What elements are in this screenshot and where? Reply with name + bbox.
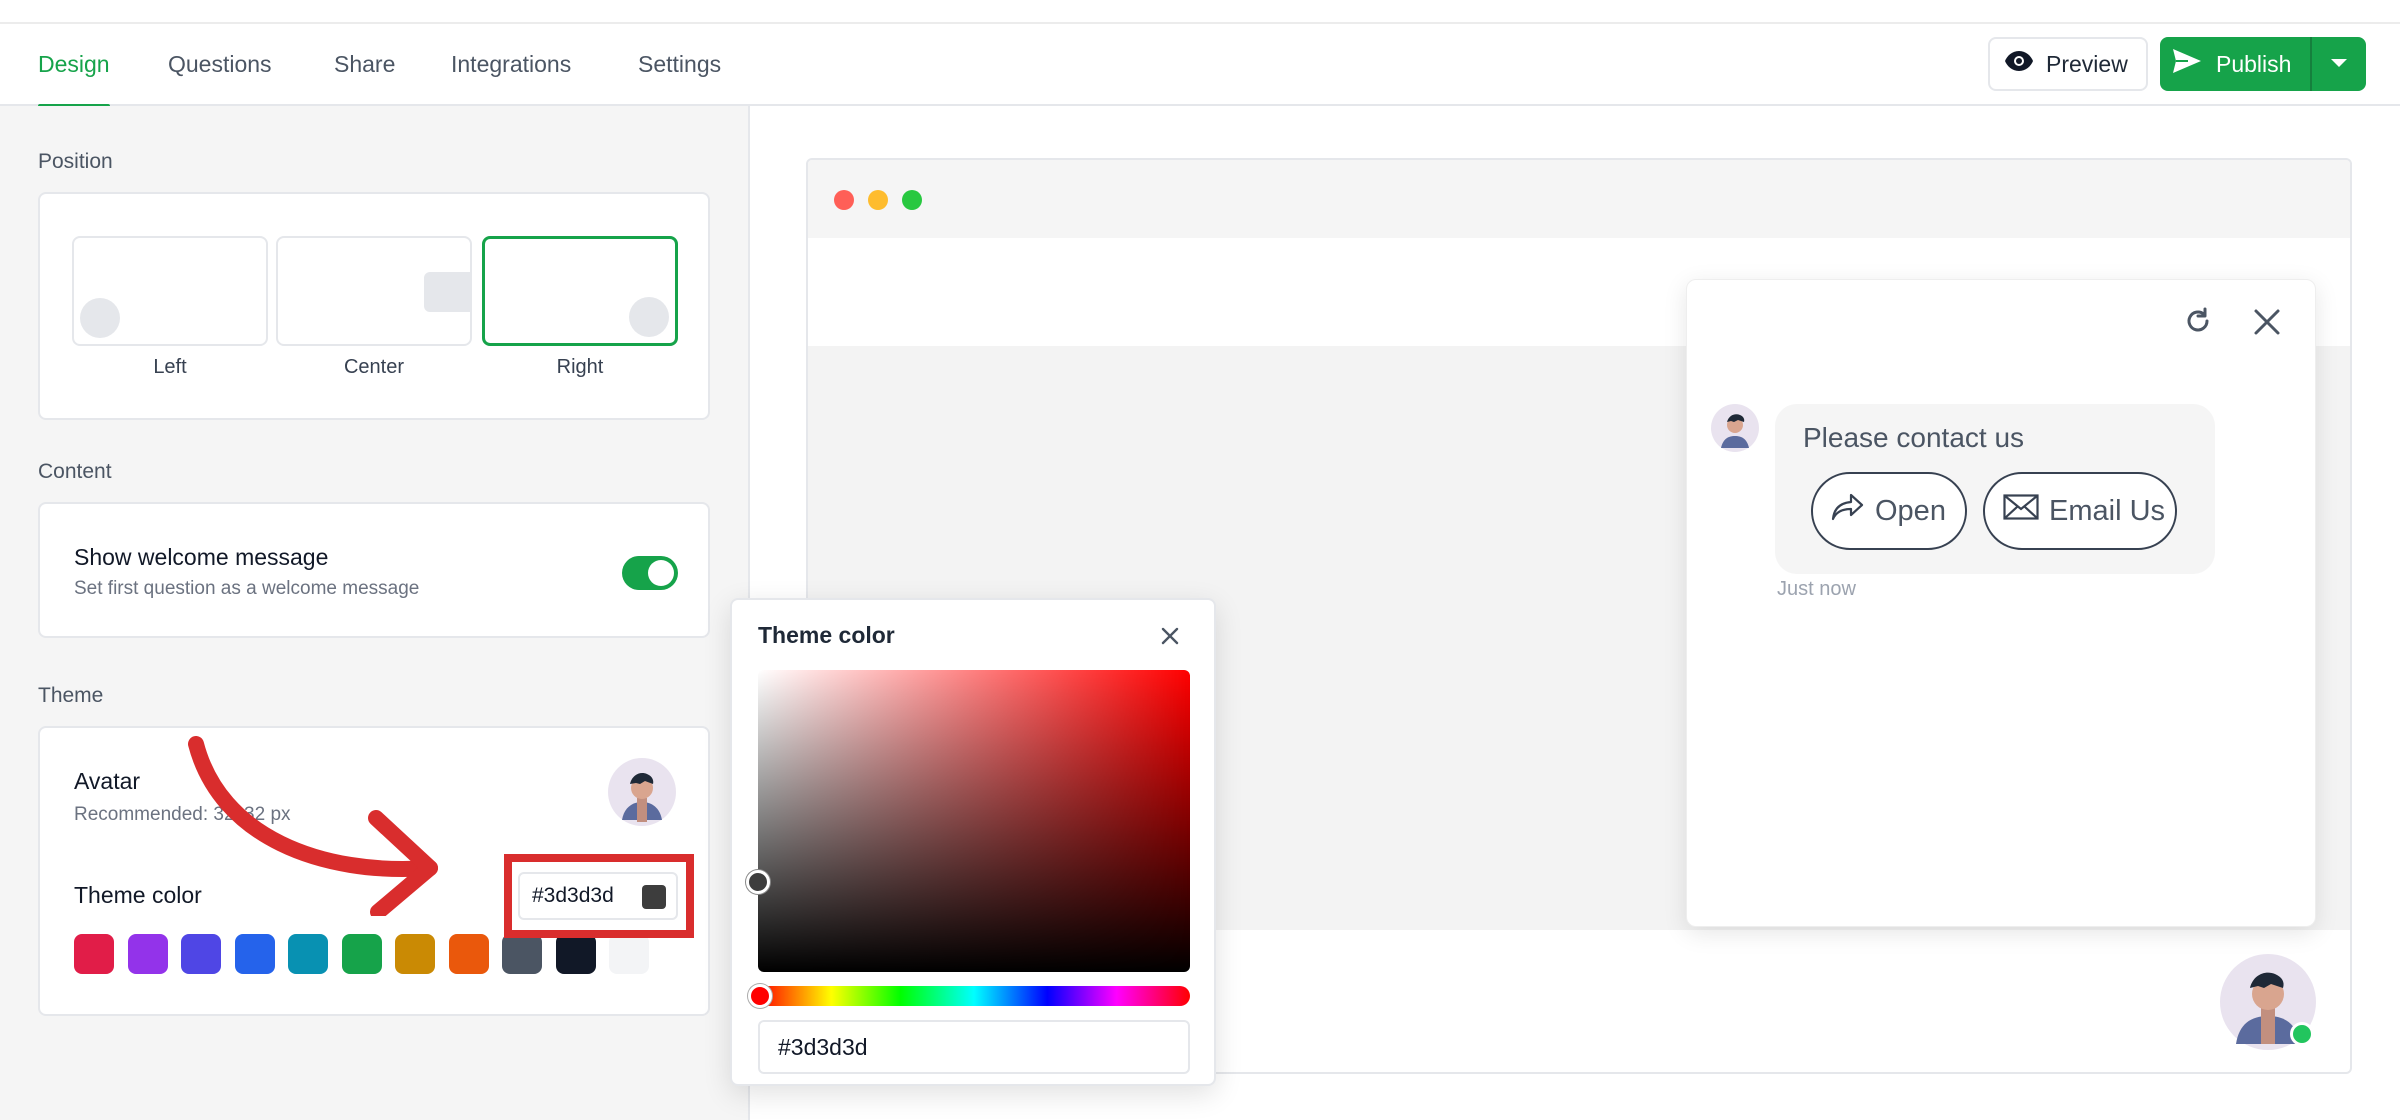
position-left-option[interactable] — [72, 236, 268, 346]
minimize-dot-icon — [868, 190, 888, 210]
send-icon — [2172, 48, 2202, 80]
tab-share[interactable]: Share — [334, 24, 395, 106]
close-icon[interactable] — [1160, 626, 1180, 651]
chat-message-text: Please contact us — [1803, 422, 2025, 453]
saturation-area[interactable] — [746, 670, 1190, 972]
color-swatch[interactable] — [609, 934, 649, 974]
publish-label: Publish — [2216, 50, 2292, 77]
color-swatch[interactable] — [395, 934, 435, 974]
eye-icon — [2004, 50, 2034, 78]
avatar-title: Avatar — [74, 768, 141, 794]
position-right-label: Right — [556, 356, 604, 378]
publish-button-group: Publish — [2160, 37, 2366, 91]
window-top-strip — [0, 0, 2400, 24]
color-swatch[interactable] — [502, 934, 542, 974]
position-card: Left Center Right — [38, 192, 710, 420]
tab-settings[interactable]: Settings — [638, 24, 721, 106]
color-swatch[interactable] — [127, 934, 168, 974]
avatar-image — [608, 758, 676, 826]
close-dot-icon — [834, 190, 854, 210]
hue-handle[interactable] — [748, 984, 772, 1008]
position-right-option[interactable] — [482, 236, 678, 346]
position-section-label: Position — [38, 150, 113, 173]
theme-color-chip — [642, 885, 666, 909]
color-swatch[interactable] — [341, 934, 382, 974]
email-us-button[interactable]: Email Us — [1983, 472, 2177, 550]
envelope-icon — [2003, 494, 2039, 528]
bubble-placeholder — [629, 297, 669, 337]
chat-message-bubble: Please contact us Open Email Us — [1775, 404, 2215, 574]
welcome-message-title: Show welcome message — [74, 544, 329, 570]
content-card: Show welcome message Set first question … — [38, 502, 710, 638]
open-button[interactable]: Open — [1811, 472, 1967, 550]
color-swatch[interactable] — [448, 934, 489, 974]
theme-color-picker-popover: Theme color #3d3d3d — [730, 598, 1216, 1086]
avatar-upload[interactable] — [608, 758, 676, 826]
refresh-icon[interactable] — [2183, 306, 2213, 341]
maximize-dot-icon — [902, 190, 922, 210]
position-center-option[interactable] — [276, 236, 472, 346]
caret-down-icon — [2330, 55, 2348, 73]
bot-avatar — [1711, 404, 1759, 452]
theme-section-label: Theme — [38, 684, 104, 707]
content-section-label: Content — [38, 460, 112, 483]
design-settings-panel: Position Left Center Right Content Show … — [0, 106, 750, 1120]
color-swatch[interactable] — [181, 934, 221, 974]
publish-button[interactable]: Publish — [2160, 37, 2310, 91]
welcome-message-toggle[interactable] — [622, 556, 678, 590]
theme-color-value: #3d3d3d — [532, 884, 614, 907]
close-icon[interactable] — [2253, 308, 2281, 341]
open-button-label: Open — [1875, 494, 1946, 527]
color-swatch[interactable] — [234, 934, 275, 974]
saturation-handle[interactable] — [746, 870, 770, 894]
position-left-label: Left — [153, 356, 187, 378]
preview-button[interactable]: Preview — [1988, 37, 2148, 91]
share-arrow-icon — [1831, 492, 1865, 530]
color-swatch[interactable] — [288, 934, 328, 974]
toggle-knob — [648, 560, 674, 586]
color-swatch[interactable] — [555, 934, 596, 974]
hex-input[interactable]: #3d3d3d — [758, 1020, 1190, 1074]
online-status-indicator — [2290, 1022, 2314, 1046]
theme-card: Avatar Recommended: 32x32 px Theme color… — [38, 726, 710, 1016]
preview-label: Preview — [2046, 50, 2128, 77]
color-swatch[interactable] — [74, 934, 114, 974]
chat-widget-preview: Please contact us Open Email Us Just now — [1686, 279, 2316, 927]
message-timestamp: Just now — [1777, 578, 1856, 600]
email-us-button-label: Email Us — [2049, 494, 2166, 527]
welcome-message-description: Set first question as a welcome message — [74, 578, 420, 599]
tab-questions[interactable]: Questions — [168, 24, 272, 106]
hue-slider[interactable] — [748, 984, 1190, 1008]
avatar-description: Recommended: 32x32 px — [74, 804, 291, 825]
position-center-label: Center — [343, 356, 405, 378]
bubble-placeholder — [80, 298, 120, 338]
publish-options-dropdown[interactable] — [2310, 37, 2366, 91]
chat-launcher-bubble[interactable] — [2218, 952, 2318, 1052]
picker-title: Theme color — [758, 622, 895, 648]
tab-design[interactable]: Design — [38, 24, 110, 108]
theme-color-field[interactable]: #3d3d3d — [518, 872, 678, 920]
bubble-placeholder — [424, 272, 472, 312]
theme-color-label: Theme color — [74, 882, 202, 908]
tab-integrations[interactable]: Integrations — [451, 24, 571, 106]
browser-chrome — [808, 160, 2350, 238]
